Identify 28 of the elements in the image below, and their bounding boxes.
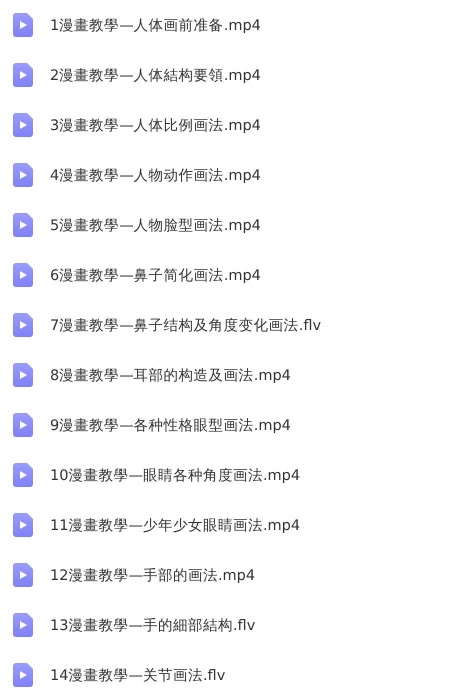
video-file-icon <box>13 513 33 537</box>
file-name[interactable]: 7漫畫教學—鼻子结构及角度变化画法.flv <box>50 316 322 334</box>
video-file-icon <box>13 63 33 87</box>
video-file-icon <box>13 263 33 287</box>
video-file-icon <box>13 163 33 187</box>
file-name[interactable]: 10漫畫教學—眼睛各种角度画法.mp4 <box>50 466 300 484</box>
file-name[interactable]: 4漫畫教學—人物动作画法.mp4 <box>50 166 261 184</box>
video-file-icon <box>13 363 33 387</box>
video-file-icon <box>13 113 33 137</box>
file-name[interactable]: 6漫畫教學—鼻子简化画法.mp4 <box>50 266 261 284</box>
file-name[interactable]: 14漫畫教學—关节画法.flv <box>50 666 226 684</box>
file-name[interactable]: 13漫畫教學—手的細部結构.flv <box>50 616 256 634</box>
file-name[interactable]: 5漫畫教學—人物脸型画法.mp4 <box>50 216 261 234</box>
video-file-icon <box>13 613 33 637</box>
video-file-icon <box>13 563 33 587</box>
video-file-icon <box>13 463 33 487</box>
file-name[interactable]: 1漫畫教學—人体画前准备.mp4 <box>50 16 261 34</box>
file-name[interactable]: 2漫畫教學—人体結构要領.mp4 <box>50 66 261 84</box>
video-file-icon <box>13 663 33 687</box>
file-name[interactable]: 11漫畫教學—少年少女眼睛画法.mp4 <box>50 516 300 534</box>
video-file-icon <box>13 313 33 337</box>
file-name[interactable]: 3漫畫教學—人体比例画法.mp4 <box>50 116 261 134</box>
video-file-icon <box>13 13 33 37</box>
file-name[interactable]: 8漫畫教學—耳部的构造及画法.mp4 <box>50 366 291 384</box>
video-file-icon <box>13 413 33 437</box>
file-name[interactable]: 9漫畫教學—各种性格眼型画法.mp4 <box>50 416 291 434</box>
video-file-icon <box>13 213 33 237</box>
file-name[interactable]: 12漫畫教學—手部的画法.mp4 <box>50 566 256 584</box>
